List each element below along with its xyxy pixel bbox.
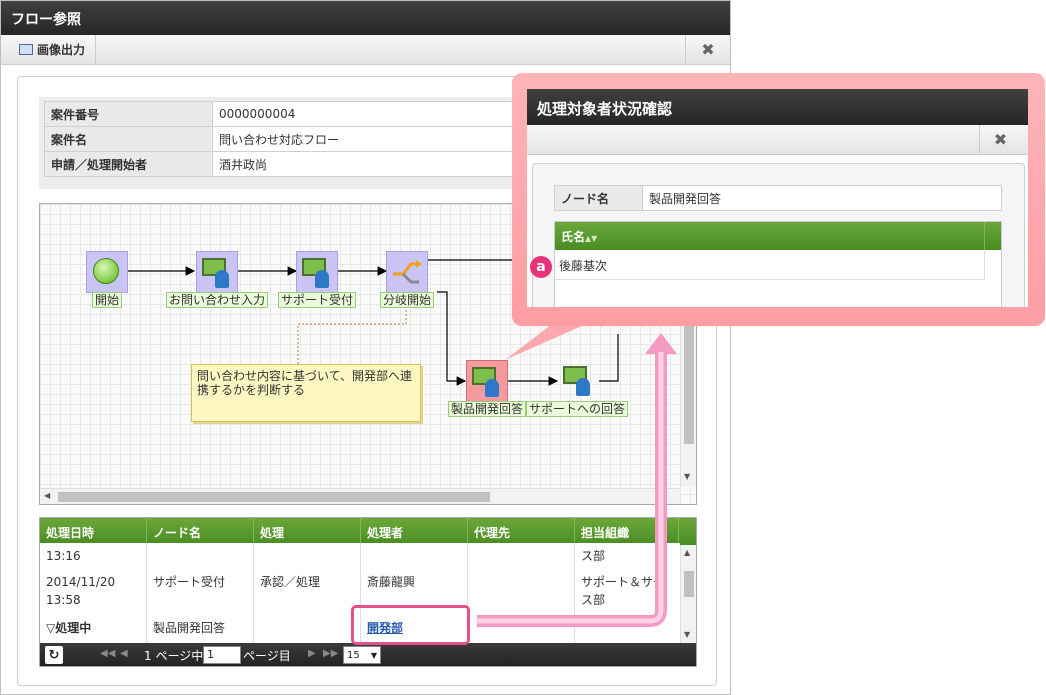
popup-node-row: ノード名 製品開発回答 bbox=[554, 185, 1002, 211]
col-name[interactable]: 氏名▲▼ bbox=[555, 222, 985, 250]
status-popup: 処理対象者状況確認 ✖ ノード名 製品開発回答 氏名▲▼ 後藤基次 bbox=[527, 89, 1028, 307]
popup-toolbar: ✖ bbox=[527, 125, 1028, 155]
sort-icon[interactable]: ▲▼ bbox=[585, 234, 597, 243]
popup-user-grid: 氏名▲▼ 後藤基次 bbox=[554, 221, 1002, 307]
col-name-label: 氏名 bbox=[561, 230, 586, 244]
popup-grid-header: 氏名▲▼ bbox=[555, 222, 1001, 250]
close-icon: ✖ bbox=[993, 130, 1008, 149]
popup-node-value: 製品開発回答 bbox=[649, 192, 722, 206]
popup-user-row[interactable]: 後藤基次 bbox=[555, 250, 985, 280]
callout-arrow-head bbox=[645, 333, 677, 354]
popup-close-button[interactable]: ✖ bbox=[979, 125, 1021, 154]
callout-arrow-line bbox=[477, 352, 667, 627]
annotation-badge: a bbox=[530, 256, 552, 278]
popup-node-label: ノード名 bbox=[555, 186, 643, 210]
popup-title: 処理対象者状況確認 bbox=[527, 89, 1028, 125]
